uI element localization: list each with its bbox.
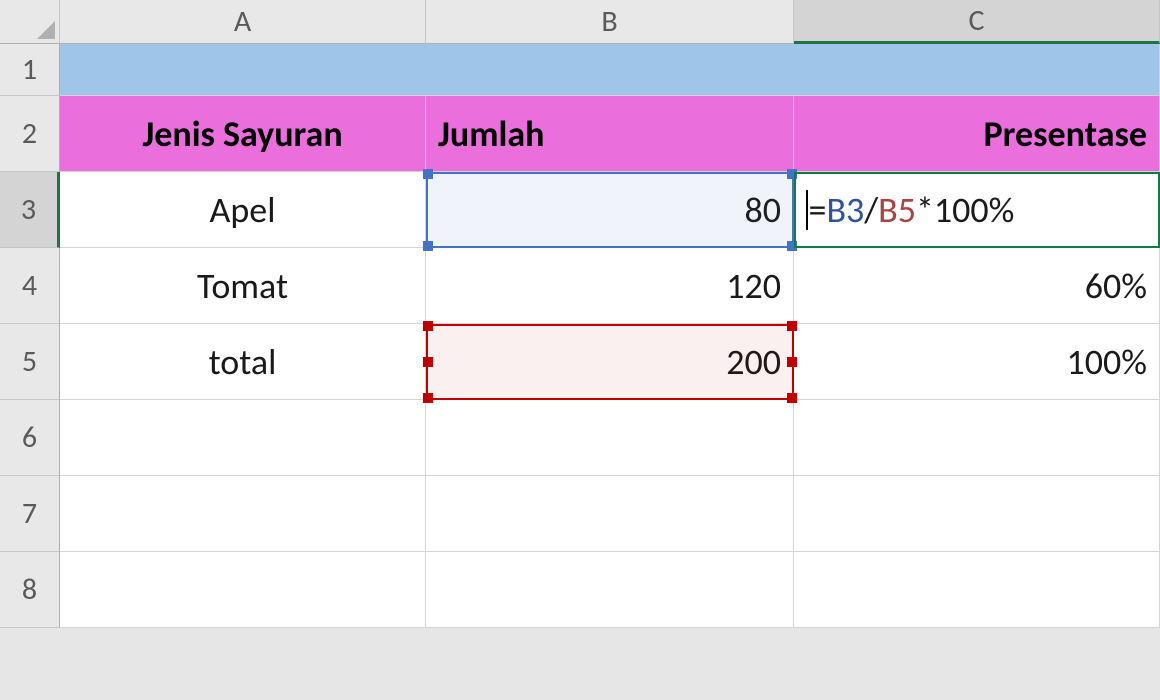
row-header-2[interactable]: 2 [0,96,60,172]
cell-C8[interactable] [794,552,1160,628]
row-header-1[interactable]: 1 [0,44,60,96]
formula-slash: / [864,188,878,232]
column-header-A[interactable]: A [60,0,426,44]
header-jumlah[interactable]: Jumlah [426,96,794,172]
cell-A4[interactable]: Tomat [60,248,426,324]
row-header-3[interactable]: 3 [0,172,60,248]
cell-B6[interactable] [426,400,794,476]
row-8 [60,552,1160,628]
row-header-4[interactable]: 4 [0,248,60,324]
column-header-B[interactable]: B [426,0,794,44]
select-all-triangle[interactable] [0,0,60,44]
row-header-6[interactable]: 6 [0,400,60,476]
cell-A8[interactable] [60,552,426,628]
formula-ref-B3: B3 [826,188,864,232]
cell-B3[interactable]: 80 [426,172,794,248]
cell-A5[interactable]: total [60,324,426,400]
formula-eq: = [809,188,827,232]
row-6 [60,400,1160,476]
cell-A6[interactable] [60,400,426,476]
cell-B7[interactable] [426,476,794,552]
cell-B4[interactable]: 120 [426,248,794,324]
formula-ref-B5: B5 [878,188,916,232]
spreadsheet: A B C 1 2 3 4 5 6 7 8 Jenis Sayuran Juml… [0,0,1160,700]
cell-A3[interactable]: Apel [60,172,426,248]
row-2: Jenis Sayuran Jumlah Presentase [60,96,1160,172]
cell-B8[interactable] [426,552,794,628]
row-4: Tomat 120 60% [60,248,1160,324]
cell-C3-formula-editing[interactable]: =B3/B5*100% [794,172,1160,248]
cell-A1-merged[interactable] [60,44,1160,96]
row-header-8[interactable]: 8 [0,552,60,628]
text-cursor-icon [806,190,808,230]
row-5: total 200 100% [60,324,1160,400]
row-header-7[interactable]: 7 [0,476,60,552]
cell-C5[interactable]: 100% [794,324,1160,400]
cell-C7[interactable] [794,476,1160,552]
cell-A7[interactable] [60,476,426,552]
cell-B5[interactable]: 200 [426,324,794,400]
cell-C4[interactable]: 60% [794,248,1160,324]
row-header-5[interactable]: 5 [0,324,60,400]
row-3: Apel 80 =B3/B5*100% [60,172,1160,248]
column-header-row: A B C [0,0,1160,44]
header-jenis-sayuran[interactable]: Jenis Sayuran [60,96,426,172]
formula-tail: *100% [916,188,1014,232]
cell-C6[interactable] [794,400,1160,476]
header-presentase[interactable]: Presentase [794,96,1160,172]
cell-grid: Jenis Sayuran Jumlah Presentase Apel 80 … [60,44,1160,628]
column-header-C[interactable]: C [794,0,1160,44]
row-header-strip: 1 2 3 4 5 6 7 8 [0,44,60,628]
row-7 [60,476,1160,552]
row-1 [60,44,1160,96]
